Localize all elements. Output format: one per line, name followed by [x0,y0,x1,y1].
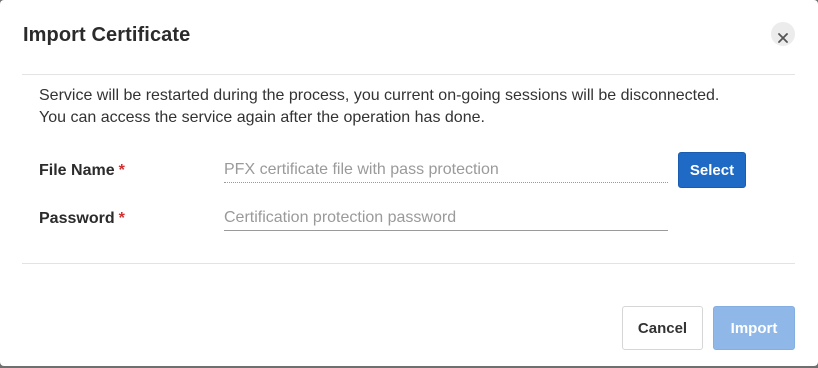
message-line: Service will be restarted during the pro… [39,87,720,104]
password-field[interactable] [224,205,668,231]
footer-divider [22,263,795,264]
cancel-button[interactable]: Cancel [622,306,703,350]
dialog-title: Import Certificate [23,24,191,46]
password-label: Password * [39,210,125,228]
password-label-text: Password [39,210,115,227]
import-certificate-dialog: Import Certificate Service will be resta… [0,0,818,366]
restart-warning-message: Service will be restarted during the pro… [39,85,779,129]
close-icon [778,32,788,43]
required-asterisk: * [118,162,125,179]
header-divider [22,74,795,75]
close-button[interactable] [771,22,795,46]
file-name-label: File Name * [39,162,125,180]
required-asterisk: * [118,210,125,227]
import-button[interactable]: Import [713,306,795,350]
file-name-field[interactable] [224,157,668,183]
file-name-label-text: File Name [39,162,115,179]
dialog-header: Import Certificate [0,0,818,74]
message-line: You can access the service again after t… [39,109,485,126]
select-file-button[interactable]: Select [678,152,746,188]
